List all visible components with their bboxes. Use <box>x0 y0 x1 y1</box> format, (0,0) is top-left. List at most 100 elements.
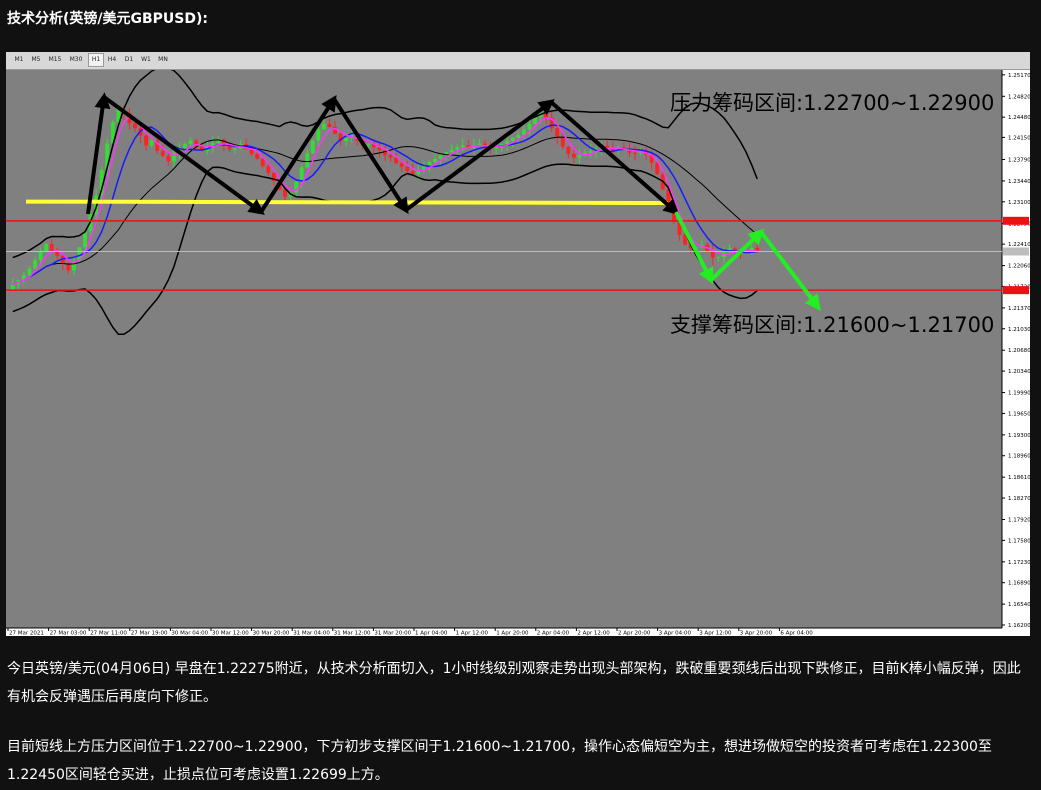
x-tick-label: 30 Mar 20:00 <box>253 631 290 637</box>
candle-body <box>560 138 565 147</box>
y-tick-label: 1.16890 <box>1008 581 1030 587</box>
candle-body <box>366 143 371 146</box>
x-tick-label: 6 Apr 04:00 <box>780 631 813 637</box>
timeframe-button-m1[interactable]: M1 <box>12 54 26 66</box>
analysis-paragraph-2: 目前短线上方压力区间位于1.22700~1.22900，下方初步支撑区间于1.2… <box>7 739 992 783</box>
x-tick-label: 27 Mar 11:00 <box>90 631 127 637</box>
y-tick-label: 1.18270 <box>1008 496 1030 502</box>
candle-body <box>160 150 165 156</box>
y-tick-label: 1.17920 <box>1008 518 1030 524</box>
candle-body <box>516 134 521 139</box>
y-tick-label: 1.22410 <box>1008 242 1030 248</box>
y-tick-label: 1.18960 <box>1008 454 1030 460</box>
timeframe-toolbar: M1 M5 M15 M30 H1 H4 D1 W1 MN <box>6 52 1030 70</box>
candle-body <box>44 244 49 253</box>
candle-body <box>460 145 465 148</box>
y-tick-label: 1.20340 <box>1008 369 1030 375</box>
candle-body <box>144 135 149 146</box>
candle-body <box>716 257 721 258</box>
page-title: 技术分析(英镑/美元GBPUSD): <box>7 11 209 27</box>
candle-body <box>388 155 393 158</box>
support-annotation: 支撑筹码区间:1.21600~1.21700 <box>670 313 994 337</box>
candle-body <box>260 158 265 167</box>
x-tick-label: 2 Apr 12:00 <box>577 631 610 637</box>
candle-body <box>438 155 443 159</box>
y-tick-label: 1.16540 <box>1008 602 1030 608</box>
x-tick-label: 3 Apr 20:00 <box>740 631 773 637</box>
candle-body <box>327 123 332 127</box>
analysis-paragraph-1: 今日英镑/美元(04月06日) 早盘在1.22275附近，从技术分析面切入，1小… <box>7 661 1021 705</box>
candle-body <box>149 140 154 146</box>
candle-body <box>555 128 560 139</box>
candle-body <box>510 138 515 142</box>
candle-body <box>405 166 410 172</box>
candle-body <box>133 123 137 129</box>
y-tick-label: 1.16200 <box>1008 623 1030 629</box>
candle-body <box>316 129 321 141</box>
candle-body <box>33 260 37 269</box>
candle-body <box>49 244 54 251</box>
candle-body <box>527 123 532 130</box>
timeframe-button-m30[interactable]: M30 <box>67 54 85 66</box>
timeframe-button-w1[interactable]: W1 <box>139 54 153 66</box>
x-tick-label: 27 Mar 19:00 <box>131 631 168 637</box>
candle-body <box>310 140 315 154</box>
x-tick-label: 30 Mar 12:00 <box>212 631 249 637</box>
y-tick-label: 1.19300 <box>1008 433 1030 439</box>
x-tick-label: 3 Apr 04:00 <box>659 631 692 637</box>
x-tick-label: 2 Apr 20:00 <box>618 631 651 637</box>
y-tick-label: 1.24150 <box>1008 135 1030 141</box>
x-tick-label: 3 Apr 12:00 <box>699 631 732 637</box>
x-tick-label: 30 Mar 04:00 <box>171 631 208 637</box>
timeframe-button-h4[interactable]: H4 <box>105 54 119 66</box>
candle-body <box>427 161 432 166</box>
candle-body <box>410 171 415 175</box>
candle-body <box>566 146 571 154</box>
y-tick-label: 1.20680 <box>1008 348 1030 354</box>
candle-body <box>83 231 87 248</box>
candle-body <box>321 123 326 130</box>
y-tick-label: 1.24820 <box>1008 94 1030 100</box>
y-tick-label: 1.23100 <box>1008 200 1030 206</box>
x-tick-label: 1 Apr 04:00 <box>415 631 448 637</box>
candle-body <box>455 147 460 150</box>
candle-body <box>166 155 171 162</box>
y-tick-label: 1.21370 <box>1008 306 1030 312</box>
y-tick-label: 1.24480 <box>1008 115 1030 121</box>
neckline <box>25 199 669 206</box>
candle-body <box>299 167 304 182</box>
timeframe-button-m15[interactable]: M15 <box>46 54 64 66</box>
current-price-tag <box>1003 247 1029 256</box>
timeframe-button-mn[interactable]: MN <box>156 54 170 66</box>
y-tick-label: 1.22060 <box>1008 264 1030 270</box>
candle-body <box>38 252 43 261</box>
timeframe-button-h1[interactable]: H1 <box>88 53 104 67</box>
candle-body <box>633 152 637 154</box>
candle-body <box>577 155 582 158</box>
y-tick-label: 1.18610 <box>1008 475 1030 481</box>
candle-body <box>266 166 271 173</box>
x-tick-label: 31 Mar 20:00 <box>374 631 411 637</box>
y-tick-label: 1.19650 <box>1008 411 1030 417</box>
x-tick-label: 31 Mar 12:00 <box>334 631 371 637</box>
x-tick-label: 27 Mar 2021 <box>9 631 44 637</box>
candle-body <box>571 153 576 158</box>
y-tick-label: 1.25170 <box>1008 73 1030 79</box>
y-tick-label: 1.17230 <box>1008 560 1030 566</box>
price-chart: M1 M5 M15 M30 H1 H4 D1 W1 MN 1.25170 1.24820 1.244… <box>6 52 1030 636</box>
candle-body <box>233 148 237 150</box>
candle-body <box>294 181 299 193</box>
candle-body <box>399 163 404 167</box>
resistance-annotation: 压力筹码区间:1.22700~1.22900 <box>670 91 994 115</box>
candle-body <box>255 153 260 159</box>
candle-body <box>588 150 593 153</box>
candle-body <box>344 138 349 142</box>
timeframe-button-m5[interactable]: M5 <box>29 54 43 66</box>
y-tick-label: 1.23440 <box>1008 179 1030 185</box>
timeframe-button-d1[interactable]: D1 <box>122 54 136 66</box>
x-tick-label: 1 Apr 20:00 <box>496 631 529 637</box>
y-tick-label: 1.19990 <box>1008 391 1030 397</box>
resistance-price-tag <box>1003 216 1029 225</box>
candle-body <box>305 153 310 168</box>
x-tick-label: 27 Mar 03:00 <box>50 631 87 637</box>
